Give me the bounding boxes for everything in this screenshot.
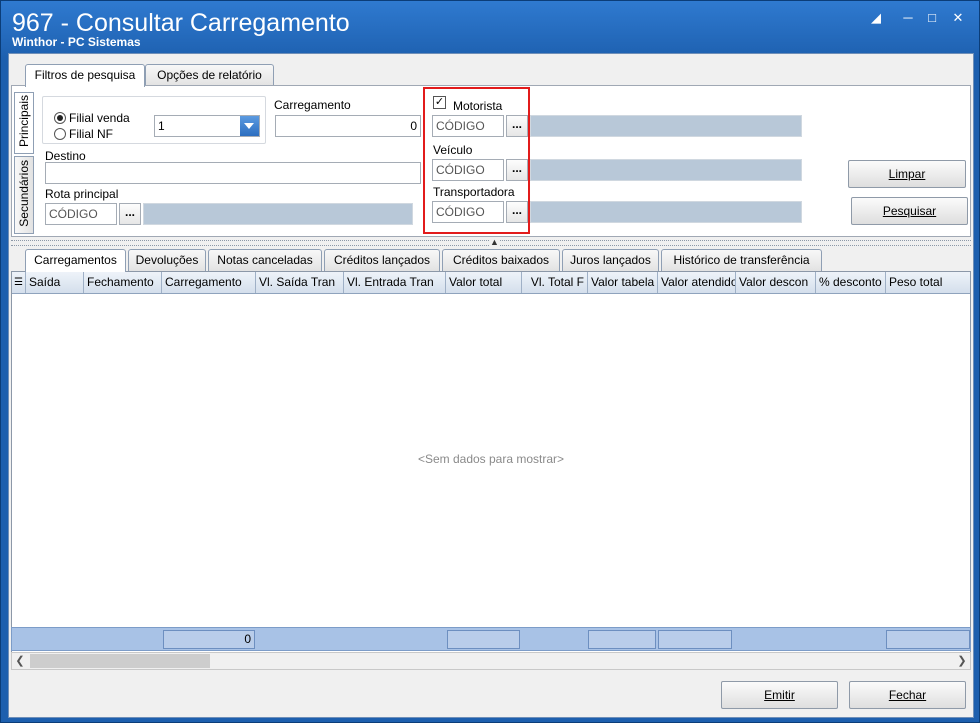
footer-carregamento-total: 0 <box>163 630 255 649</box>
motorista-description <box>530 115 802 137</box>
emitir-button[interactable]: Emitir <box>721 681 838 709</box>
column-header-fechamento[interactable]: Fechamento <box>84 272 162 293</box>
grid-footer: 0 <box>11 627 971 651</box>
filial-nf-radio[interactable] <box>54 128 66 140</box>
rota-code-input[interactable]: CÓDIGO <box>45 203 117 225</box>
emitir-button-label: Emitir <box>764 688 795 702</box>
column-header-saida[interactable]: Saída <box>26 272 84 293</box>
filter-panel: Principais Secundários Filial venda Fili… <box>11 85 971 237</box>
filial-venda-label: Filial venda <box>69 111 130 125</box>
highlight-box <box>423 87 530 234</box>
close-icon[interactable]: ✕ <box>949 10 967 26</box>
pesquisar-button[interactable]: Pesquisar <box>851 197 968 225</box>
tab-carregamentos[interactable]: Carregamentos <box>25 249 126 272</box>
tab-principais[interactable]: Principais <box>14 92 34 154</box>
grid-header: ☰ Saída Fechamento Carregamento Vl. Saíd… <box>12 272 970 294</box>
tab-devolucoes[interactable]: Devoluções <box>128 249 206 271</box>
minimize-icon[interactable]: ─ <box>899 10 917 26</box>
column-header-carregamento[interactable]: Carregamento <box>162 272 256 293</box>
scrollbar-thumb[interactable] <box>30 654 210 668</box>
rota-lookup-button[interactable]: ... <box>119 203 141 225</box>
fechar-button-label: Fechar <box>888 688 927 702</box>
tab-historico-de-transferencia[interactable]: Histórico de transferência <box>661 249 822 271</box>
title-bar: 967 - Consultar Carregamento Winthor - P… <box>1 1 979 53</box>
column-header-valor-atendido[interactable]: Valor atendido <box>658 272 736 293</box>
destino-label: Destino <box>45 149 86 163</box>
footer-peso-total <box>886 630 970 649</box>
window-title: 967 - Consultar Carregamento <box>12 9 350 37</box>
maximize-icon[interactable]: □ <box>923 10 941 26</box>
footer-valor-atendido <box>658 630 732 649</box>
tab-creditos-lancados[interactable]: Créditos lançados <box>324 249 440 271</box>
column-header-peso-total[interactable]: Peso total <box>886 272 970 293</box>
column-header-valor-total[interactable]: Valor total <box>446 272 522 293</box>
column-header-valor-desconto[interactable]: Valor descon <box>736 272 816 293</box>
column-header-vl-saida-tran[interactable]: Vl. Saída Tran <box>256 272 344 293</box>
filial-venda-radio[interactable] <box>54 112 66 124</box>
column-header-vl-entrada-tran[interactable]: Vl. Entrada Tran <box>344 272 446 293</box>
window-subtitle: Winthor - PC Sistemas <box>12 35 141 49</box>
tab-secundarios[interactable]: Secundários <box>14 156 34 234</box>
rota-description <box>143 203 413 225</box>
chevron-down-icon[interactable] <box>240 116 259 136</box>
column-header-valor-tabela[interactable]: Valor tabela <box>588 272 658 293</box>
client-area: Filtros de pesquisa Opções de relatório … <box>8 53 974 718</box>
tab-filtros-de-pesquisa[interactable]: Filtros de pesquisa <box>25 64 145 87</box>
column-header-percent-desconto[interactable]: % desconto <box>816 272 886 293</box>
rota-principal-label: Rota principal <box>45 187 119 201</box>
restore-icon[interactable]: ◢ <box>867 10 885 26</box>
tab-notas-canceladas[interactable]: Notas canceladas <box>208 249 322 271</box>
results-grid: ☰ Saída Fechamento Carregamento Vl. Saíd… <box>11 271 971 655</box>
tab-secundarios-label: Secundários <box>17 160 31 227</box>
fechar-button[interactable]: Fechar <box>849 681 966 709</box>
footer-valor-tabela <box>588 630 656 649</box>
column-header-vl-total-f[interactable]: Vl. Total F <box>522 272 588 293</box>
empty-grid-message: <Sem dados para mostrar> <box>417 452 565 466</box>
tab-opcoes-de-relatorio[interactable]: Opções de relatório <box>145 64 274 86</box>
transportadora-description <box>530 201 802 223</box>
chevron-up-icon[interactable]: ▲ <box>490 237 499 247</box>
column-chooser-icon[interactable]: ☰ <box>12 272 26 293</box>
pesquisar-button-label: Pesquisar <box>882 204 937 218</box>
carregamento-label: Carregamento <box>274 98 351 112</box>
limpar-button-label: Limpar <box>888 167 926 181</box>
footer-valor-total <box>447 630 520 649</box>
panel-splitter[interactable]: ▲ <box>11 237 971 247</box>
destino-input[interactable] <box>45 162 421 184</box>
scroll-right-icon[interactable]: ❯ <box>954 653 970 669</box>
scroll-left-icon[interactable]: ❮ <box>12 653 28 669</box>
horizontal-scrollbar[interactable]: ❮ ❯ <box>11 652 971 670</box>
tab-juros-lancados[interactable]: Juros lançados <box>562 249 659 271</box>
tab-creditos-baixados[interactable]: Créditos baixados <box>442 249 560 271</box>
veiculo-description <box>530 159 802 181</box>
app-window: 967 - Consultar Carregamento Winthor - P… <box>0 0 980 723</box>
filial-nf-label: Filial NF <box>69 127 113 141</box>
carregamento-input[interactable]: 0 <box>275 115 421 137</box>
limpar-button[interactable]: Limpar <box>848 160 966 188</box>
tab-principais-label: Principais <box>17 94 31 147</box>
